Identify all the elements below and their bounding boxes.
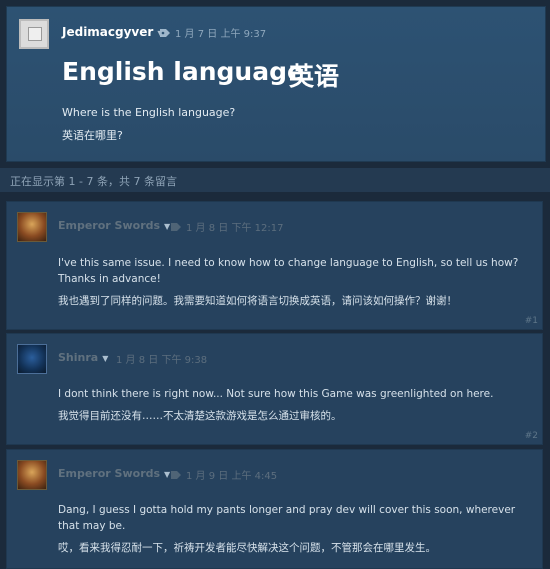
topic-body-chinese: 英语在哪里? [62, 129, 123, 142]
comment-text: I've this same issue. I need to know how… [58, 257, 519, 285]
op-timestamp: 1 月 7 日 上午 9:37 [175, 29, 267, 40]
topic-title-chinese: 英语 [289, 62, 340, 91]
comment-translation: 哎，看来我得忍耐一下，祈祷开发者能尽快解决这个问题，不管那会在哪里发生。 [58, 542, 436, 554]
comment-text: I dont think there is right now... Not s… [58, 388, 494, 400]
comment-number[interactable]: #1 [525, 316, 538, 326]
comment-count-bar: 正在显示第 1 - 7 条，共 7 条留言 [0, 168, 550, 192]
comment-author-name[interactable]: Emperor Swords [58, 467, 160, 480]
caret-down-icon[interactable]: ▼ [102, 354, 108, 363]
comment-author[interactable]: Shinra ▼ [58, 351, 108, 364]
tag-icon [160, 28, 170, 37]
comment-translation: 我觉得目前还没有……不太清楚这款游戏是怎么通过审核的。 [58, 410, 342, 422]
tag-icon [171, 470, 181, 479]
comment-author-name[interactable]: Emperor Swords [58, 219, 160, 232]
tag-icon [171, 222, 181, 231]
comment-author[interactable]: Emperor Swords ▼ [58, 467, 170, 480]
topic-body-english: Where is the English language? [62, 106, 236, 119]
comment-item: Shinra ▼ 1 月 8 日 下午 9:38 I dont think the… [6, 333, 543, 445]
comment-number[interactable]: #2 [525, 431, 538, 441]
comment-avatar[interactable] [17, 212, 47, 242]
comment-avatar[interactable] [17, 344, 47, 374]
comment-text: Dang, I guess I gotta hold my pants long… [58, 504, 516, 532]
topic-post: Jedimacgyver▼ 1 月 7 日 上午 9:37 English la… [6, 6, 546, 162]
comment-timestamp: 1 月 8 日 下午 12:17 [186, 223, 284, 234]
comment-item: Emperor Swords ▼ 1 月 8 日 下午 12:17 I've th… [6, 201, 543, 330]
comment-timestamp: 1 月 8 日 下午 9:38 [116, 355, 208, 366]
comment-author-name[interactable]: Shinra [58, 351, 98, 364]
comment-author[interactable]: Emperor Swords ▼ [58, 219, 170, 232]
comment-count-text: 正在显示第 1 - 7 条，共 7 条留言 [10, 175, 177, 188]
comment-timestamp: 1 月 9 日 上午 4:45 [186, 471, 278, 482]
op-meta: 1 月 7 日 上午 9:37 [159, 25, 266, 40]
comment-meta: 1 月 9 日 上午 4:45 [170, 467, 277, 482]
comment-meta: 1 月 8 日 下午 9:38 [116, 351, 207, 366]
topic-body: Where is the English language? 英语在哪里? [62, 101, 235, 147]
comment-item: Emperor Swords ▼ 1 月 9 日 上午 4:45 Dang, I … [6, 449, 543, 569]
op-author-name[interactable]: Jedimacgyver [62, 25, 153, 39]
op-avatar[interactable] [19, 19, 49, 49]
comment-translation: 我也遇到了同样的问题。我需要知道如何将语言切换成英语，请问该如何操作？谢谢！ [58, 295, 457, 307]
comment-avatar[interactable] [17, 460, 47, 490]
op-author[interactable]: Jedimacgyver▼ [62, 25, 163, 39]
topic-title-english: English language [62, 57, 304, 86]
comment-meta: 1 月 8 日 下午 12:17 [170, 219, 283, 234]
